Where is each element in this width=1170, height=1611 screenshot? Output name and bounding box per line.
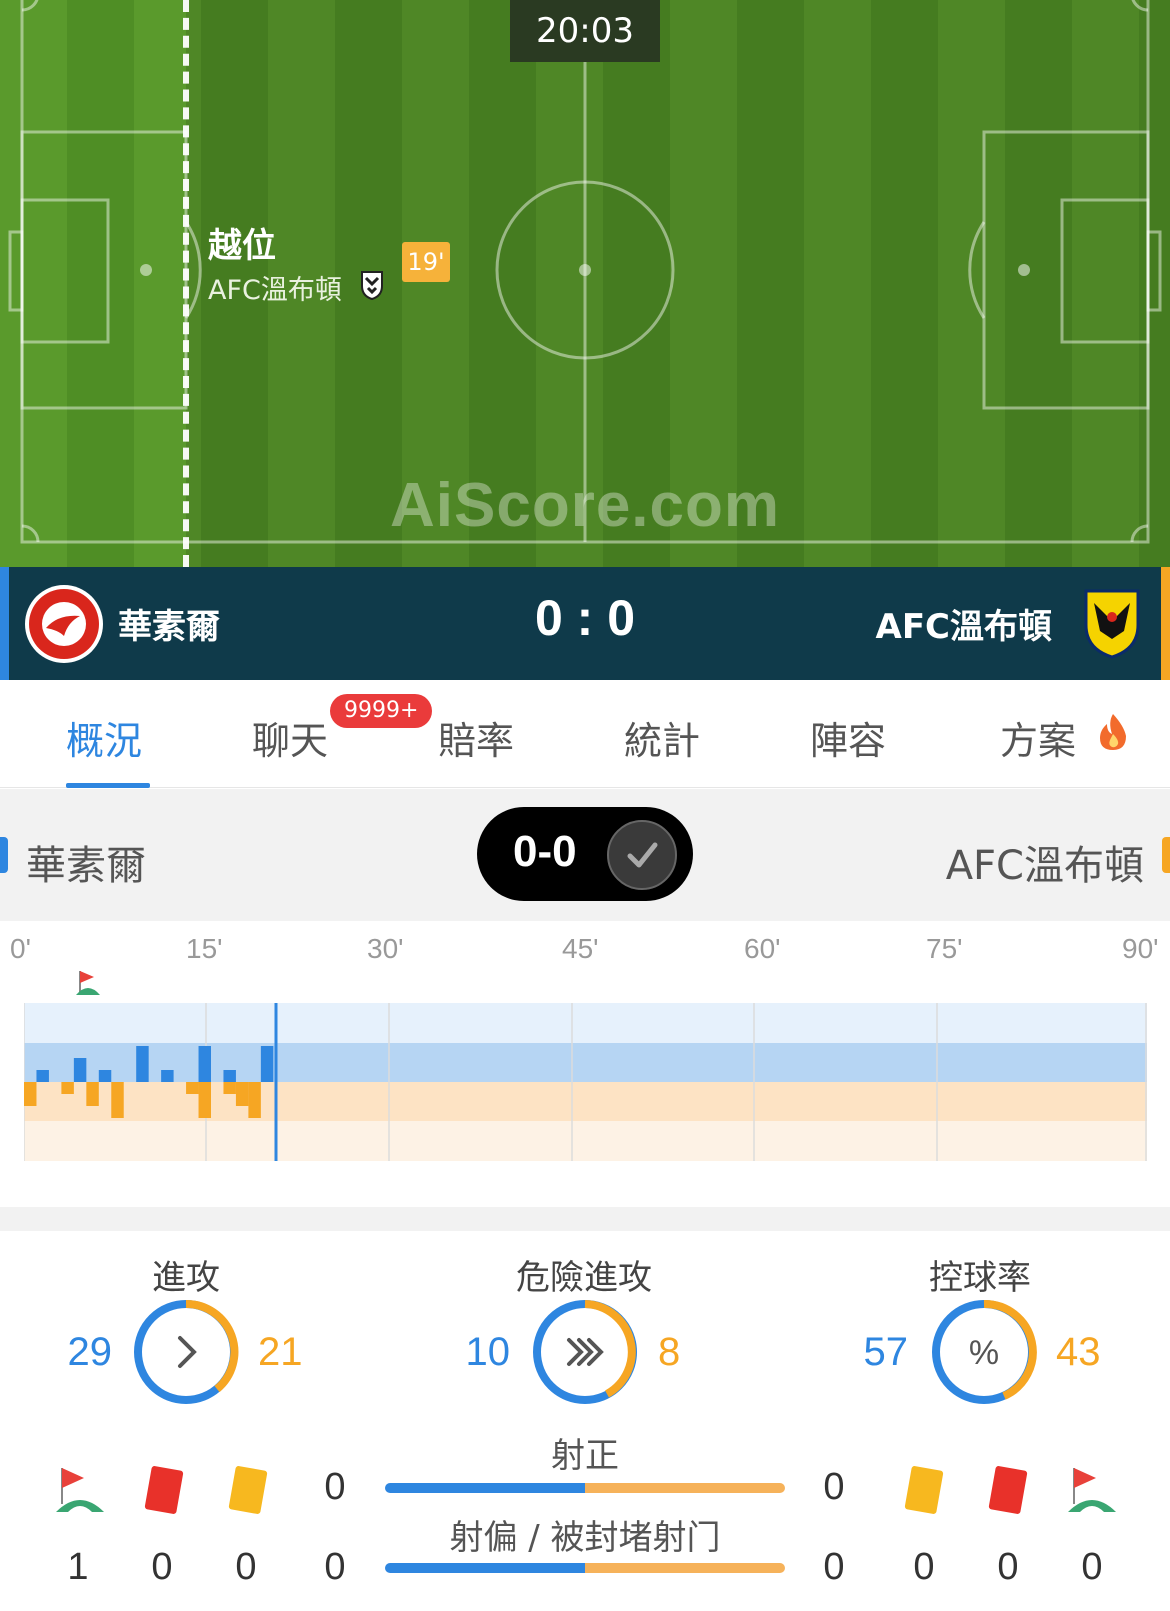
attacks-home-value: 29 xyxy=(67,1330,113,1374)
pitch-view: 20:03 越位 AFC溫布頓 19' AiScore.com xyxy=(0,0,1170,567)
dangerous-attacks-home-value: 10 xyxy=(465,1330,511,1374)
possession-label: 控球率 xyxy=(929,1258,1031,1298)
shots-on-target-label: 射正 xyxy=(551,1436,619,1476)
percent-icon: % xyxy=(932,1299,1037,1404)
possession-home-value: 57 xyxy=(863,1330,909,1374)
tab-odds[interactable]: 賠率 xyxy=(438,710,514,765)
away-momentum-bar xyxy=(198,1082,211,1118)
section-divider xyxy=(0,1207,1170,1231)
home-momentum-bar xyxy=(223,1070,236,1082)
chevron-right-icon xyxy=(134,1299,239,1404)
red-card-icon xyxy=(144,1466,184,1514)
summary-home-team: 華素爾 xyxy=(26,843,146,889)
home-momentum-bar xyxy=(136,1046,149,1082)
shots-on-target-away: 0 xyxy=(823,1466,845,1508)
tab-tips[interactable]: 方案 xyxy=(1000,710,1076,765)
check-icon xyxy=(607,820,677,890)
away-color-marker xyxy=(1162,837,1170,873)
tab-stats[interactable]: 統計 xyxy=(624,710,700,765)
attacks-label: 進攻 xyxy=(152,1258,220,1298)
away-team-name[interactable]: AFC溫布頓 xyxy=(876,599,1053,648)
home-momentum-bar xyxy=(36,1070,49,1082)
summary-score-pill: 0-0 xyxy=(477,807,693,901)
attacks-away-value: 21 xyxy=(258,1330,303,1374)
fire-icon xyxy=(1100,714,1126,750)
away-momentum-bar xyxy=(24,1082,37,1106)
home-momentum-bar xyxy=(260,1046,274,1082)
tick-label: 75' xyxy=(926,933,963,964)
tab-overview[interactable]: 概況 xyxy=(66,710,142,765)
tick-label: 90' xyxy=(1122,933,1159,964)
tick-label: 0' xyxy=(10,933,31,964)
away-yellow-cards-count: 0 xyxy=(913,1546,935,1588)
event-team: AFC溫布頓 xyxy=(208,275,342,306)
away-momentum-bar xyxy=(111,1082,124,1118)
tick-label: 45' xyxy=(562,933,599,964)
away-momentum-bar xyxy=(186,1082,199,1094)
event-title: 越位 xyxy=(208,226,276,266)
shots-off-target-home: 0 xyxy=(324,1546,346,1588)
away-momentum-bar xyxy=(223,1082,236,1094)
tab-bar: 概況 聊天 9999+ 賠率 統計 陣容 方案 xyxy=(0,680,1170,788)
active-tab-indicator xyxy=(66,783,150,788)
tick-label: 60' xyxy=(744,933,781,964)
match-clock: 20:03 xyxy=(510,0,660,62)
event-minute-badge: 19' xyxy=(402,242,450,282)
corner-flag-icon xyxy=(1068,1468,1116,1512)
home-momentum-bar xyxy=(73,1058,87,1082)
dangerous-attacks-away-value: 8 xyxy=(658,1330,681,1374)
home-color-marker xyxy=(0,837,8,873)
score-bar: 華素爾 0 : 0 AFC溫布頓 xyxy=(0,567,1170,680)
shots-off-target-bar xyxy=(385,1563,785,1573)
away-corners-count: 0 xyxy=(1081,1546,1103,1588)
away-momentum-bar xyxy=(235,1082,249,1106)
shots-on-target-home: 0 xyxy=(324,1466,346,1508)
tick-label: 30' xyxy=(367,933,404,964)
yellow-card-icon xyxy=(228,1466,268,1514)
shots-off-target-away: 0 xyxy=(823,1546,845,1588)
home-red-cards-count: 0 xyxy=(151,1546,173,1588)
home-yellow-cards-count: 0 xyxy=(235,1546,257,1588)
dangerous-attacks-label: 危險進攻 xyxy=(516,1258,652,1298)
chat-count-badge: 9999+ xyxy=(330,694,433,728)
svg-text:%: % xyxy=(969,1334,999,1372)
corner-flag-icon xyxy=(56,1468,104,1512)
away-momentum-bar xyxy=(248,1082,261,1118)
away-red-cards-count: 0 xyxy=(997,1546,1019,1588)
home-momentum-bar xyxy=(98,1070,112,1082)
wimbledon-crest-icon xyxy=(361,271,383,300)
shots-on-target-bar xyxy=(385,1483,785,1493)
tick-label: 15' xyxy=(186,933,223,964)
away-momentum-bar xyxy=(61,1082,74,1094)
summary-away-team: AFC溫布頓 xyxy=(945,843,1144,889)
home-momentum-bar xyxy=(198,1046,211,1082)
shots-off-target-label: 射偏 / 被封堵射门 xyxy=(449,1518,721,1558)
yellow-card-icon xyxy=(904,1466,944,1514)
away-momentum-bar xyxy=(86,1082,99,1106)
home-corners-count: 1 xyxy=(67,1546,89,1588)
summary-score: 0-0 xyxy=(513,827,577,876)
red-card-icon xyxy=(988,1466,1028,1514)
watermark: AiScore.com xyxy=(389,471,781,540)
match-timeline: 0' 15' 30' 45' 60' 75' 90' xyxy=(0,921,1170,1207)
tab-lineup[interactable]: 陣容 xyxy=(810,710,886,765)
home-momentum-bar xyxy=(161,1070,174,1082)
momentum-chart xyxy=(24,1003,1147,1161)
wimbledon-crest-icon[interactable] xyxy=(1084,587,1140,659)
corner-flag-icon xyxy=(76,971,100,995)
tab-chat[interactable]: 聊天 xyxy=(252,710,328,765)
triple-chevron-icon xyxy=(533,1300,637,1404)
match-summary: 華素爾 0-0 AFC溫布頓 xyxy=(0,789,1170,921)
possession-away-value: 43 xyxy=(1056,1330,1101,1374)
